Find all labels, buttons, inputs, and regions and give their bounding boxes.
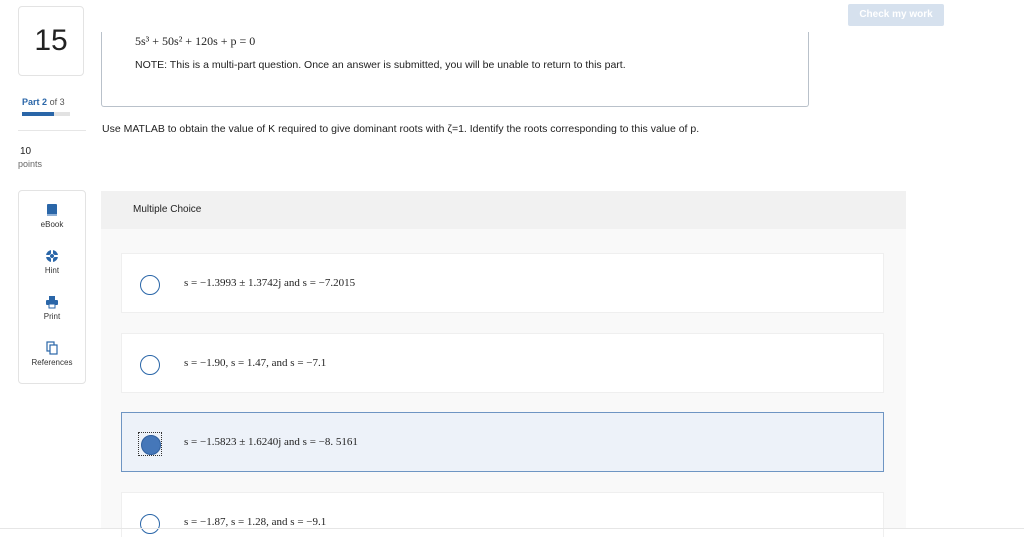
hint-tool[interactable]: Hint bbox=[19, 249, 85, 275]
radio-wrap bbox=[138, 273, 162, 297]
references-tool[interactable]: References bbox=[19, 341, 85, 367]
radio-button[interactable] bbox=[141, 435, 161, 455]
part-indicator: Part 2 of 3 bbox=[22, 97, 65, 107]
part-prefix: Part bbox=[22, 97, 40, 107]
multi-part-note: NOTE: This is a multi-part question. Onc… bbox=[135, 59, 626, 71]
part-total: of 3 bbox=[49, 97, 65, 107]
radio-wrap bbox=[138, 512, 162, 536]
characteristic-equation: 5s³ + 50s² + 120s + p = 0 bbox=[135, 34, 256, 48]
ebook-tool[interactable]: eBook bbox=[19, 203, 85, 229]
choice-option-2[interactable]: s = −1.90, s = 1.47, and s = −7.1 bbox=[121, 333, 884, 393]
question-panel: 5s³ + 50s² + 120s + p = 0 NOTE: This is … bbox=[101, 32, 809, 107]
hint-label: Hint bbox=[44, 266, 60, 275]
part-current: 2 bbox=[42, 97, 48, 107]
check-my-work-button[interactable]: Check my work bbox=[848, 4, 944, 26]
print-label: Print bbox=[43, 312, 61, 321]
ebook-label: eBook bbox=[40, 220, 64, 229]
radio-button[interactable] bbox=[140, 275, 160, 295]
choice-option-1[interactable]: s = −1.3993 ± 1.3742j and s = −7.2015 bbox=[121, 253, 884, 313]
points-label: points bbox=[18, 159, 43, 169]
choice-text: s = −1.3993 ± 1.3742j and s = −7.2015 bbox=[184, 277, 356, 289]
part-progress-fill bbox=[22, 112, 54, 116]
radio-wrap bbox=[138, 432, 162, 456]
multiple-choice-header: Multiple Choice bbox=[101, 191, 906, 229]
part-progress-bar bbox=[22, 112, 70, 116]
references-label: References bbox=[31, 358, 73, 367]
question-number: 15 bbox=[18, 6, 84, 76]
rail-divider bbox=[18, 130, 86, 131]
radio-button[interactable] bbox=[140, 355, 160, 375]
tools-panel: eBook Hint Print References bbox=[18, 190, 86, 384]
choice-option-3[interactable]: s = −1.5823 ± 1.6240j and s = −8. 5161 bbox=[121, 412, 884, 472]
copy-icon bbox=[46, 341, 58, 355]
print-tool[interactable]: Print bbox=[19, 295, 85, 321]
choice-text: s = −1.5823 ± 1.6240j and s = −8. 5161 bbox=[184, 436, 358, 448]
choice-text: s = −1.87, s = 1.28, and s = −9.1 bbox=[184, 516, 327, 528]
choice-option-4[interactable]: s = −1.87, s = 1.28, and s = −9.1 bbox=[121, 492, 884, 537]
book-icon bbox=[47, 204, 57, 216]
choice-text: s = −1.90, s = 1.47, and s = −7.1 bbox=[184, 357, 327, 369]
radio-button[interactable] bbox=[140, 514, 160, 534]
radio-wrap bbox=[138, 353, 162, 377]
points-value: 10 bbox=[20, 146, 32, 157]
bottom-divider bbox=[0, 528, 1024, 529]
lifebuoy-icon bbox=[45, 249, 59, 263]
question-prompt: Use MATLAB to obtain the value of K requ… bbox=[102, 123, 700, 135]
printer-icon bbox=[46, 296, 58, 309]
